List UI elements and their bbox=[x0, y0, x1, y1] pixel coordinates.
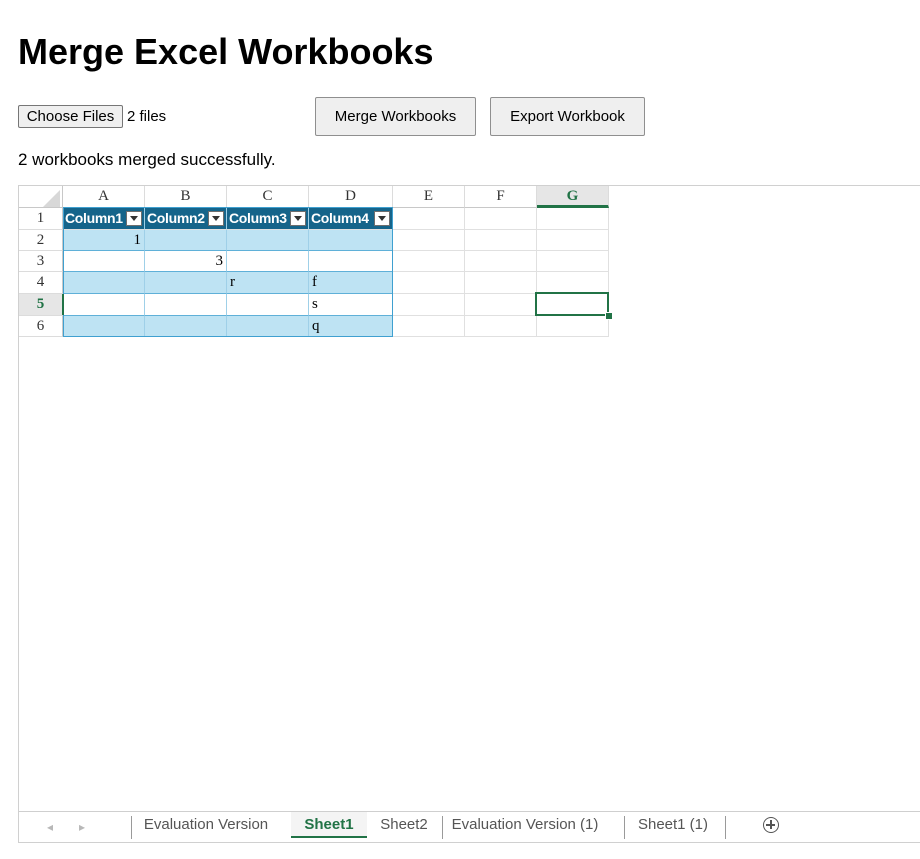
grid-cell[interactable] bbox=[465, 316, 537, 337]
table-cell[interactable]: f bbox=[309, 272, 393, 294]
table-cell[interactable] bbox=[145, 316, 227, 337]
grid-cell[interactable] bbox=[537, 230, 609, 251]
grid-cell[interactable] bbox=[465, 294, 537, 316]
column-header-b[interactable]: B bbox=[145, 186, 227, 208]
table-cell[interactable] bbox=[63, 316, 145, 337]
sheet-tab-sheet1-1[interactable]: Sheet1 (1) bbox=[627, 812, 719, 838]
grid-cell[interactable] bbox=[537, 316, 609, 337]
table-cell[interactable] bbox=[63, 294, 145, 316]
table-cell[interactable]: s bbox=[309, 294, 393, 316]
grid-cell[interactable] bbox=[393, 208, 465, 230]
tab-separator bbox=[442, 816, 443, 839]
export-workbook-button[interactable]: Export Workbook bbox=[490, 97, 645, 136]
table-cell[interactable] bbox=[227, 230, 309, 251]
sheet-tab-evaluation-version[interactable]: Evaluation Version bbox=[133, 812, 279, 838]
filter-dropdown-icon[interactable] bbox=[208, 211, 224, 226]
table-cell[interactable]: 1 bbox=[63, 230, 145, 251]
column-header-a[interactable]: A bbox=[63, 186, 145, 208]
selected-cell[interactable] bbox=[537, 294, 609, 316]
choose-files-button[interactable]: Choose Files bbox=[18, 105, 123, 128]
row-indicator bbox=[62, 294, 64, 315]
add-sheet-icon[interactable] bbox=[763, 817, 779, 833]
sheet-tab-sheet1[interactable]: Sheet1 bbox=[291, 812, 367, 838]
table-cell[interactable] bbox=[309, 230, 393, 251]
column-header-f[interactable]: F bbox=[465, 186, 537, 208]
row-header-1[interactable]: 1 bbox=[19, 208, 63, 230]
table-header-cell[interactable]: Column2 bbox=[145, 208, 227, 230]
column-header-g[interactable]: G bbox=[537, 186, 609, 208]
table-cell[interactable] bbox=[63, 272, 145, 294]
sheet-tab-sheet2[interactable]: Sheet2 bbox=[369, 812, 439, 838]
row-header-5[interactable]: 5 bbox=[19, 294, 63, 316]
table-cell[interactable] bbox=[145, 272, 227, 294]
page-title: Merge Excel Workbooks bbox=[18, 31, 434, 72]
select-all-corner[interactable] bbox=[19, 186, 63, 208]
grid-cell[interactable] bbox=[537, 272, 609, 294]
table-header-label: Column2 bbox=[147, 210, 205, 226]
table-cell[interactable] bbox=[63, 251, 145, 272]
table-header-label: Column3 bbox=[229, 210, 287, 226]
file-count-label: 2 files bbox=[127, 108, 167, 125]
grid-cell[interactable] bbox=[393, 316, 465, 337]
grid-cell[interactable] bbox=[537, 251, 609, 272]
table-cell[interactable] bbox=[145, 294, 227, 316]
filter-dropdown-icon[interactable] bbox=[290, 211, 306, 226]
table-cell[interactable] bbox=[227, 316, 309, 337]
grid-cell[interactable] bbox=[465, 251, 537, 272]
grid-cell[interactable] bbox=[393, 272, 465, 294]
table-cell[interactable] bbox=[145, 230, 227, 251]
row-header-4[interactable]: 4 bbox=[19, 272, 63, 294]
table-cell[interactable] bbox=[227, 294, 309, 316]
column-header-e[interactable]: E bbox=[393, 186, 465, 208]
tab-separator bbox=[725, 816, 726, 839]
grid-cell[interactable] bbox=[465, 230, 537, 251]
next-sheet-icon[interactable]: ▸ bbox=[79, 820, 85, 834]
fill-handle[interactable] bbox=[605, 312, 613, 320]
merge-workbooks-button[interactable]: Merge Workbooks bbox=[315, 97, 476, 136]
table-cell[interactable]: 3 bbox=[145, 251, 227, 272]
spreadsheet-viewer[interactable]: A B C D E F G 1 2 3 4 5 6 Column1 Column… bbox=[18, 185, 920, 843]
sheet-tab-bar: ◂ ▸ Evaluation Version Sheet1 Sheet2 Eva… bbox=[19, 811, 920, 842]
tab-separator bbox=[624, 816, 625, 839]
grid-cell[interactable] bbox=[393, 230, 465, 251]
table-header-cell[interactable]: Column4 bbox=[309, 208, 393, 230]
grid-cell[interactable] bbox=[465, 272, 537, 294]
sheet-tab-evaluation-version-1[interactable]: Evaluation Version (1) bbox=[445, 812, 605, 838]
tab-separator bbox=[131, 816, 132, 839]
filter-dropdown-icon[interactable] bbox=[374, 211, 390, 226]
row-header-6[interactable]: 6 bbox=[19, 316, 63, 337]
status-message: 2 workbooks merged successfully. bbox=[18, 150, 276, 169]
table-cell[interactable]: q bbox=[309, 316, 393, 337]
row-header-3[interactable]: 3 bbox=[19, 251, 63, 272]
row-header-2[interactable]: 2 bbox=[19, 230, 63, 251]
filter-dropdown-icon[interactable] bbox=[126, 211, 142, 226]
grid-cell[interactable] bbox=[393, 294, 465, 316]
table-cell[interactable] bbox=[309, 251, 393, 272]
grid-cell[interactable] bbox=[465, 208, 537, 230]
table-cell[interactable] bbox=[227, 251, 309, 272]
prev-sheet-icon[interactable]: ◂ bbox=[47, 820, 53, 834]
table-header-label: Column4 bbox=[311, 210, 369, 226]
table-header-cell[interactable]: Column3 bbox=[227, 208, 309, 230]
grid-cell[interactable] bbox=[537, 208, 609, 230]
table-header-label: Column1 bbox=[65, 210, 123, 226]
grid-cell[interactable] bbox=[393, 251, 465, 272]
table-cell[interactable]: r bbox=[227, 272, 309, 294]
column-header-d[interactable]: D bbox=[309, 186, 393, 208]
column-header-c[interactable]: C bbox=[227, 186, 309, 208]
table-header-cell[interactable]: Column1 bbox=[63, 208, 145, 230]
